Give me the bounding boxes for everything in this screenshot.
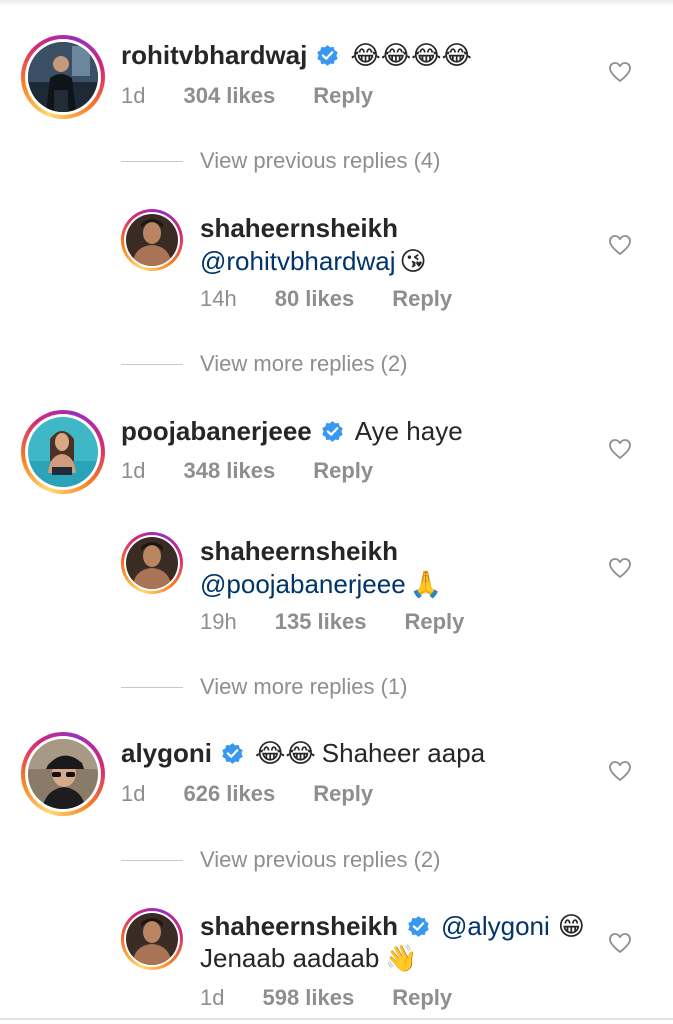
heart-outline-icon[interactable] (608, 60, 632, 84)
reply-time: 19h (200, 609, 237, 634)
avatar-poojabanerjeee[interactable] (21, 410, 105, 494)
reply-button[interactable]: Reply (404, 608, 464, 636)
comment-likes[interactable]: 626 likes (183, 780, 275, 808)
comment-username[interactable]: poojabanerjeee (121, 415, 312, 447)
reply-likes[interactable]: 135 likes (275, 608, 367, 636)
comment-likes[interactable]: 348 likes (183, 457, 275, 485)
shirtless-man-photo (126, 537, 178, 589)
view-replies-label[interactable]: View previous replies (2) (200, 846, 440, 874)
reply-mention[interactable]: @rohitvbhardwaj (200, 246, 395, 276)
comment-text: 😂😂😂😂 (350, 40, 472, 70)
view-previous-replies[interactable]: View previous replies (2) (121, 846, 440, 874)
bottom-divider (0, 1018, 673, 1020)
reply-time: 14h (200, 286, 237, 311)
comment-time: 1d (121, 781, 146, 806)
comment-username[interactable]: alygoni (121, 737, 212, 769)
reply-emoji: 🙏 (409, 569, 443, 599)
verified-badge-icon (220, 741, 245, 766)
view-replies-label[interactable]: View previous replies (4) (200, 147, 440, 175)
avatar-shaheernsheikh[interactable] (121, 908, 183, 970)
reply-button[interactable]: Reply (392, 984, 452, 1012)
comment-text: Aye haye (354, 416, 463, 446)
heart-outline-icon[interactable] (608, 931, 632, 955)
woman-pool-photo (28, 417, 98, 487)
view-replies-label[interactable]: View more replies (2) (200, 350, 407, 378)
reply-mention[interactable]: @alygoni (441, 910, 550, 942)
avatar-alygoni[interactable] (21, 732, 105, 816)
reply-emoji: 😁 (557, 911, 585, 941)
view-more-replies[interactable]: View more replies (2) (121, 350, 407, 378)
avatar-shaheernsheikh[interactable] (121, 209, 183, 271)
reply-time: 1d (200, 985, 225, 1010)
comment-text: Shaheer aapa (321, 738, 486, 768)
comment-likes[interactable]: 304 likes (183, 82, 275, 110)
reply-emoji: 😘 (399, 246, 427, 276)
heart-outline-icon[interactable] (608, 759, 632, 783)
reply-username[interactable]: shaheernsheikh (200, 910, 398, 942)
top-fade (0, 0, 673, 6)
reply-likes[interactable]: 80 likes (275, 285, 355, 313)
comment-emoji: 😂😂 (255, 738, 316, 768)
shirtless-man-photo (126, 214, 178, 266)
reply-text: Jenaab aadaab (200, 943, 380, 973)
view-previous-replies[interactable]: View previous replies (4) (121, 147, 440, 175)
view-replies-label[interactable]: View more replies (1) (200, 673, 407, 701)
reply-username[interactable]: shaheernsheikh (200, 535, 398, 567)
avatar-shaheernsheikh[interactable] (121, 532, 183, 594)
comment-time: 1d (121, 458, 146, 483)
wave-emoji: 👋 (385, 943, 418, 973)
shirtless-man-photo (126, 913, 178, 965)
verified-badge-icon (315, 43, 340, 68)
reply-button[interactable]: Reply (392, 285, 452, 313)
comment-time: 1d (121, 83, 146, 108)
reply-button[interactable]: Reply (313, 457, 373, 485)
view-more-replies[interactable]: View more replies (1) (121, 673, 407, 701)
man-standing-photo (28, 42, 98, 112)
heart-outline-icon[interactable] (608, 233, 632, 257)
verified-badge-icon (320, 419, 345, 444)
reply-likes[interactable]: 598 likes (262, 984, 354, 1012)
man-cap-photo (28, 739, 98, 809)
heart-outline-icon[interactable] (608, 556, 632, 580)
reply-button[interactable]: Reply (313, 82, 373, 110)
reply-mention[interactable]: @poojabanerjeee (200, 569, 406, 599)
comment-username[interactable]: rohitvbhardwaj (121, 39, 307, 71)
reply-button[interactable]: Reply (313, 780, 373, 808)
verified-badge-icon (406, 914, 431, 939)
heart-outline-icon[interactable] (608, 437, 632, 461)
reply-username[interactable]: shaheernsheikh (200, 212, 398, 244)
avatar-rohitvbhardwaj[interactable] (21, 35, 105, 119)
